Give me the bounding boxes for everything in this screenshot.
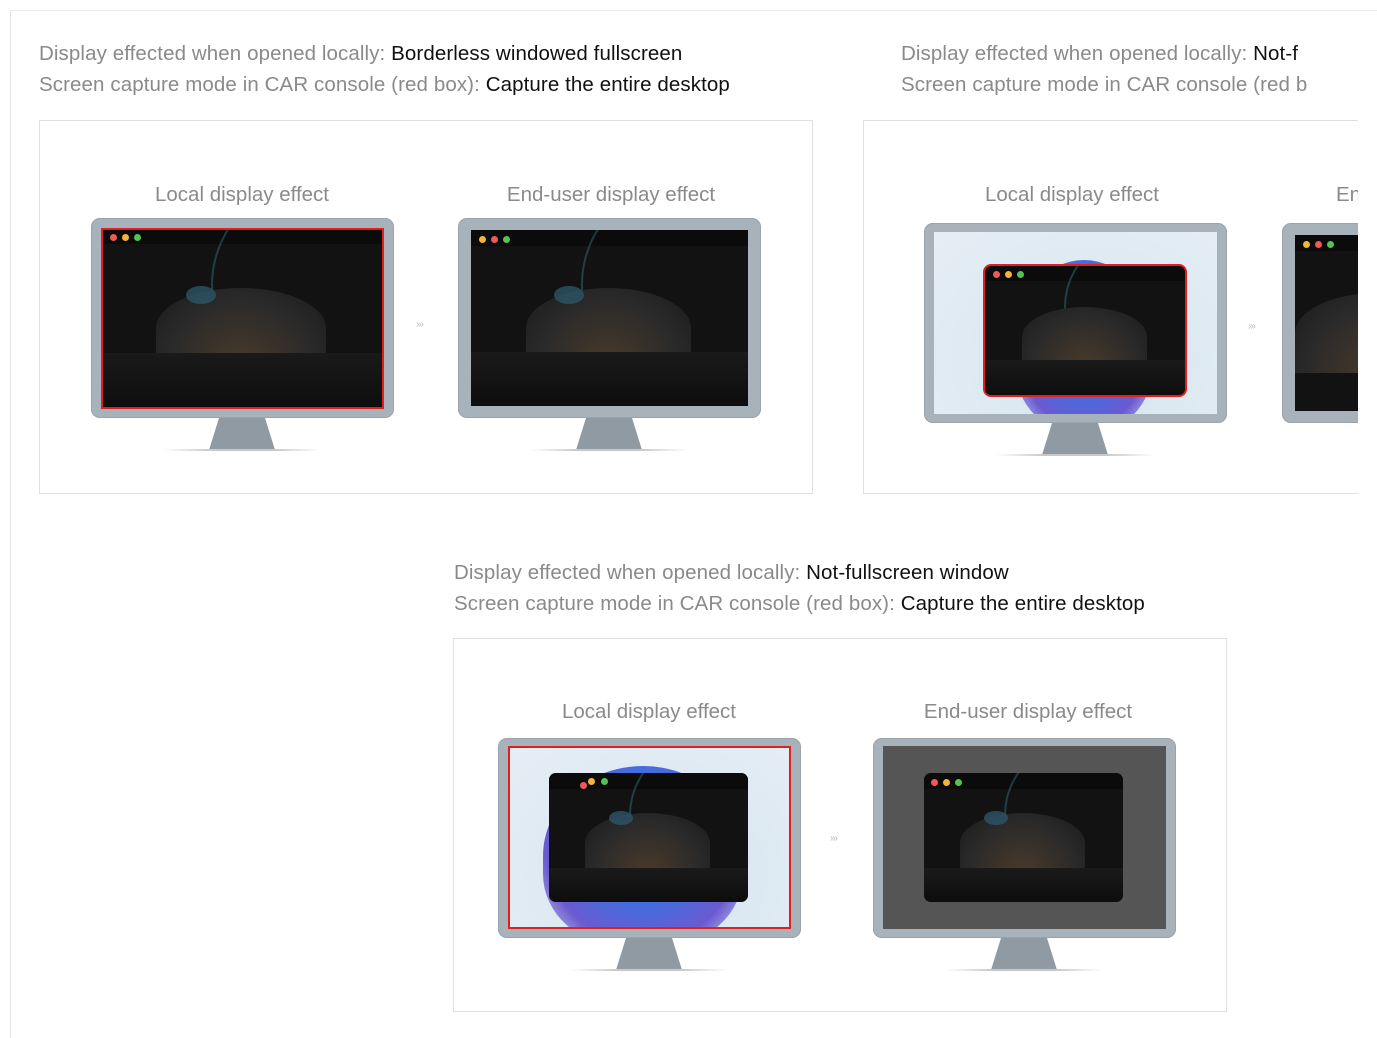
- arena-floor: [924, 868, 1123, 902]
- arena-logo-icon: [984, 811, 1008, 825]
- monitor-stand-icon: [991, 938, 1057, 970]
- close-dot-icon: [931, 779, 938, 786]
- scenario1-local-caption: Local display effect: [155, 183, 329, 206]
- display-prefix: Display effected when opened locally:: [39, 42, 392, 65]
- scenario2-local-monitor: [924, 223, 1227, 463]
- monitor-stand-icon: [576, 418, 642, 450]
- maximize-dot-icon: [1327, 241, 1334, 248]
- capture-prefix: Screen capture mode in CAR console (red …: [39, 73, 486, 96]
- minimize-dot-icon: [943, 779, 950, 786]
- maximize-dot-icon: [503, 236, 510, 243]
- monitor-stand-icon: [616, 938, 682, 970]
- close-dot-icon: [1315, 241, 1322, 248]
- scenario3-panel: Local display effect End-user display ef…: [453, 638, 1227, 1012]
- scenario2-capture-line: Screen capture mode in CAR console (red …: [901, 69, 1358, 100]
- diagram-canvas: Display effected when opened locally: Bo…: [10, 10, 1377, 1038]
- scenario2-panel-clip: Local display effect End-: [863, 120, 1358, 495]
- scenario3-display-value: Not-fullscreen window: [806, 561, 1009, 584]
- display-prefix: Display effected when opened locally:: [901, 42, 1254, 65]
- scenario1-local-monitor: [91, 218, 394, 458]
- monitor-base: [945, 969, 1103, 971]
- scenario3-local-monitor: [498, 738, 801, 978]
- monitor-screen: [1295, 235, 1358, 411]
- monitor-screen: [883, 746, 1166, 929]
- scenario1-display-value: Borderless windowed fullscreen: [391, 42, 683, 65]
- scenario3-enduser-caption: End-user display effect: [923, 700, 1133, 723]
- scenario3-capture-line: Screen capture mode in CAR console (red …: [454, 588, 1145, 619]
- scenario2-local-caption: Local display effect: [985, 183, 1159, 206]
- flow-arrow-icon: ›››: [416, 319, 424, 330]
- monitor-stand-icon: [1042, 423, 1108, 455]
- scenario3-local-caption: Local display effect: [562, 700, 736, 723]
- arena-logo-icon: [554, 286, 584, 304]
- scenario2-display-value: Not-f: [1253, 42, 1299, 65]
- monitor-base: [530, 449, 688, 451]
- game-window: [1295, 235, 1358, 411]
- game-window: [471, 230, 748, 406]
- scenario2-capture-prefix: Screen capture mode in CAR console (red …: [901, 73, 1308, 96]
- scenario2-enduser-monitor: [1282, 223, 1358, 463]
- arena-dome-icon: [1295, 293, 1358, 373]
- arena-floor: [471, 352, 748, 406]
- scenario3-capture-value: Capture the entire desktop: [900, 592, 1145, 615]
- arena-dome-icon: [960, 813, 1085, 873]
- monitor-base: [570, 969, 728, 971]
- minimize-dot-icon: [479, 236, 486, 243]
- display-prefix: Display effected when opened locally:: [454, 561, 807, 584]
- scenario3-display-line: Display effected when opened locally: No…: [454, 557, 1009, 588]
- monitor-screen: [471, 230, 748, 406]
- scenario1-enduser-monitor: [458, 218, 761, 458]
- flow-arrow-icon: ›››: [1248, 321, 1256, 332]
- scenario1-panel: Local display effect End-user display ef…: [39, 120, 813, 494]
- game-window: [924, 773, 1123, 902]
- scenario1-enduser-caption: End-user display effect: [506, 183, 716, 206]
- scenario2-panel: Local display effect End-: [863, 120, 1358, 494]
- monitor-base: [996, 454, 1154, 456]
- maximize-dot-icon: [955, 779, 962, 786]
- monitor-stand-icon: [209, 418, 275, 450]
- scenario1-display-line: Display effected when opened locally: Bo…: [39, 38, 682, 69]
- window-titlebar: [1295, 235, 1358, 251]
- monitor-screen: [934, 232, 1217, 414]
- minimize-dot-icon: [1303, 241, 1310, 248]
- flow-arrow-icon: ›››: [830, 833, 838, 844]
- capture-prefix: Screen capture mode in CAR console (red …: [454, 592, 901, 615]
- scenario2-display-line: Display effected when opened locally: No…: [901, 38, 1358, 69]
- scenario1-capture-value: Capture the entire desktop: [485, 73, 730, 96]
- capture-red-box: [508, 746, 791, 929]
- scenario3-enduser-monitor: [873, 738, 1176, 978]
- scenario2-enduser-caption: End-: [1336, 183, 1358, 206]
- close-dot-icon: [491, 236, 498, 243]
- capture-red-box: [983, 264, 1187, 397]
- monitor-base: [163, 449, 321, 451]
- scenario1-capture-line: Screen capture mode in CAR console (red …: [39, 69, 730, 100]
- capture-red-box: [101, 228, 384, 409]
